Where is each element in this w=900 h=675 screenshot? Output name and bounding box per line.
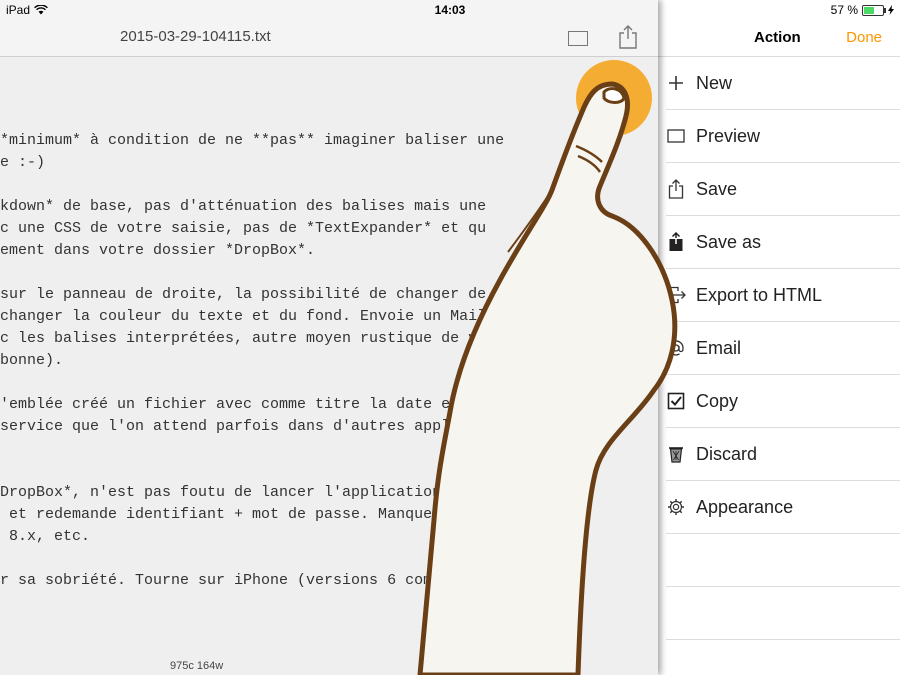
battery-percent: 57 % (830, 3, 858, 17)
text-line: e :-) (0, 154, 46, 171)
menu-item-label: Discard (696, 443, 758, 464)
status-bar: iPad 14:03 57 % (0, 0, 900, 20)
text-line: c les balises interprétées, autre moyen … (0, 330, 532, 347)
text-line (0, 262, 658, 284)
menu-item-save-as[interactable]: Save as (666, 216, 900, 269)
plus-icon (666, 73, 686, 93)
text-line: ement dans votre dossier *DropBox*. (0, 242, 316, 259)
menu-item-discard[interactable]: Discard (666, 428, 900, 481)
menu-item-label: Copy (696, 390, 739, 411)
menu-empty-row (666, 534, 900, 587)
text-line: sur le panneau de droite, la possibilité… (0, 286, 532, 303)
charging-icon (888, 5, 894, 15)
text-line: r sa sobriété. Tourne sur iPhone (versio… (0, 572, 496, 589)
text-line (0, 372, 658, 394)
battery-group: 57 % (831, 3, 894, 17)
gear-icon (666, 497, 686, 517)
checkbox-icon (666, 391, 686, 411)
menu-item-new[interactable]: New (666, 57, 900, 110)
save-as-icon (666, 232, 686, 252)
menu-item-preview[interactable]: Preview (666, 110, 900, 163)
menu-item-label: Save (696, 178, 738, 199)
text-line (0, 460, 658, 482)
document-text[interactable]: *minimum* à condition de ne **pas** imag… (0, 130, 658, 592)
text-line (0, 548, 658, 570)
text-line: kdown* de base, pas d'atténuation des ba… (0, 198, 487, 215)
text-line: bonne). (0, 352, 64, 369)
editor-pane[interactable]: 2015-03-29-104115.txt *minimum* à condit… (0, 0, 658, 675)
document-title: 2015-03-29-104115.txt (120, 28, 271, 45)
menu-item-label: Export to HTML (696, 284, 823, 305)
menu-item-label: Appearance (696, 496, 794, 517)
trash-icon (666, 444, 686, 464)
menu-empty-row (666, 587, 900, 640)
panel-title: Action (754, 29, 801, 46)
text-line (0, 438, 658, 460)
preview-icon (666, 126, 686, 146)
text-line: 'emblée créé un fichier avec comme titre… (0, 396, 541, 413)
character-word-count: 975c 164w (170, 660, 224, 672)
preview-icon[interactable] (568, 31, 588, 46)
menu-item-copy[interactable]: Copy (666, 375, 900, 428)
text-line (0, 174, 658, 196)
share-icon (666, 179, 686, 199)
battery-fill (864, 6, 875, 14)
menu-item-email[interactable]: Email (666, 322, 900, 375)
menu-item-label: Save as (696, 231, 762, 252)
action-menu: New Preview Save Save as Export to HTML (658, 57, 900, 640)
menu-item-export-html[interactable]: Export to HTML (666, 269, 900, 322)
menu-item-label: Email (696, 337, 742, 358)
text-line: et redemande identifiant + mot de passe.… (0, 506, 541, 523)
text-line: *minimum* à condition de ne **pas** imag… (0, 132, 505, 149)
share-icon[interactable] (618, 24, 638, 50)
at-icon (666, 338, 686, 358)
action-panel: Action Done New Preview Save Save as Exp… (658, 0, 900, 675)
text-line: service que l'on attend parfois dans d'a… (0, 418, 523, 435)
menu-item-label: New (696, 72, 733, 93)
menu-item-appearance[interactable]: Appearance (666, 481, 900, 534)
menu-item-label: Preview (696, 125, 761, 146)
text-line: c une CSS de votre saisie, pas de *TextE… (0, 220, 487, 237)
text-line: DropBox*, n'est pas foutu de lancer l'ap… (0, 484, 505, 501)
text-line: 8.x, etc. (0, 528, 91, 545)
menu-item-save[interactable]: Save (666, 163, 900, 216)
export-icon (666, 285, 686, 305)
status-time: 14:03 (434, 3, 466, 17)
battery-icon (862, 4, 886, 16)
text-line: changer la couleur du texte et du fond. … (0, 308, 541, 325)
done-button[interactable]: Done (846, 29, 882, 46)
